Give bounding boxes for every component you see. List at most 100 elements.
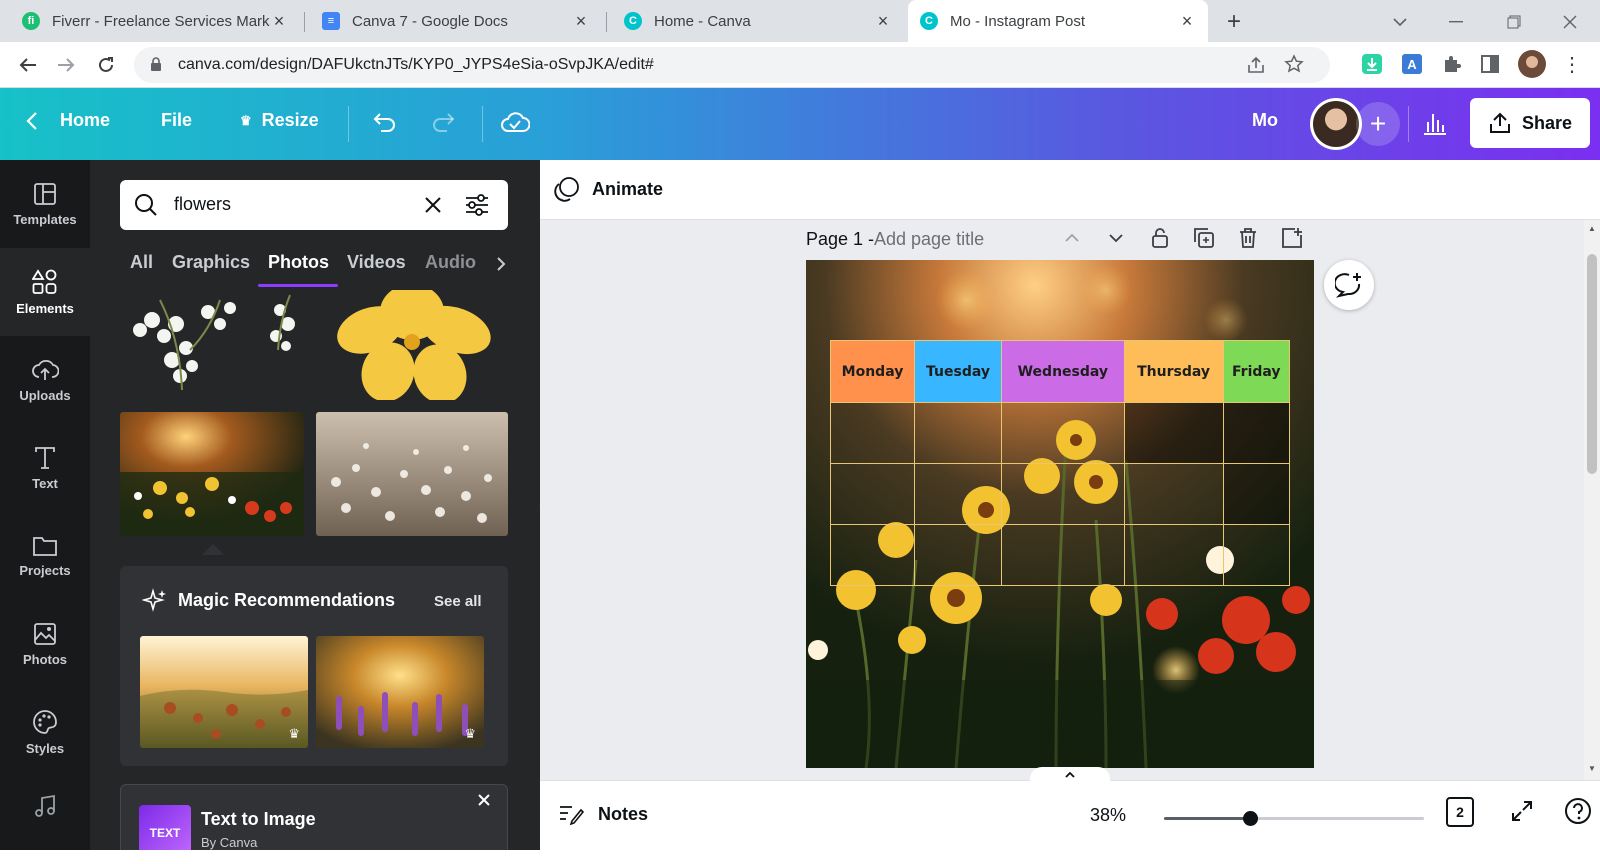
schedule-cell[interactable] [830,402,915,464]
add-comment-button[interactable] [1324,260,1374,310]
help-icon[interactable] [1564,797,1592,825]
vertical-scrollbar[interactable]: ▲ ▼ [1584,220,1600,780]
scroll-up-arrow-icon[interactable]: ▲ [1588,224,1596,233]
zoom-level[interactable]: 38% [1090,805,1126,826]
rail-item-styles[interactable]: Styles [0,688,90,776]
schedule-cell[interactable] [1001,524,1125,586]
add-collaborator-icon[interactable]: + [1356,102,1400,146]
lock-page-icon[interactable] [1148,226,1172,250]
design-canvas[interactable]: Monday Tuesday Wednesday Thursday Friday [806,260,1314,768]
close-tab-icon[interactable]: × [572,12,590,30]
schedule-cell[interactable] [830,463,915,525]
close-window-icon[interactable] [1556,8,1584,36]
page-title-input[interactable]: Add page title [874,229,984,250]
tab-videos[interactable]: Videos [347,252,406,273]
notes-button[interactable]: Notes [558,803,648,825]
move-page-down-icon[interactable] [1104,226,1128,250]
new-tab-icon[interactable]: + [1220,8,1248,36]
forward-icon[interactable] [52,51,80,79]
profile-avatar[interactable] [1518,50,1546,78]
close-card-icon[interactable] [477,793,491,807]
home-button[interactable]: Home [26,110,110,131]
download-extension-icon[interactable] [1360,52,1384,76]
photo-lupine-field[interactable]: ♛ [316,636,484,748]
photo-white-blossoms[interactable] [120,290,304,400]
clear-search-icon[interactable] [424,196,442,214]
animate-button[interactable]: Animate [554,176,663,202]
rail-item-projects[interactable]: Projects [0,512,90,600]
zoom-slider[interactable] [1164,811,1424,826]
side-panel-icon[interactable] [1478,52,1502,76]
text-extension-icon[interactable]: A [1400,52,1424,76]
photo-sunset-flowers[interactable] [120,412,304,536]
browser-tab-canva-home[interactable]: C Home - Canva × [612,0,904,42]
day-header-wednesday[interactable]: Wednesday [1001,340,1125,403]
tab-photos[interactable]: Photos [268,252,329,273]
rail-item-text[interactable]: Text [0,424,90,512]
schedule-cell[interactable] [830,524,915,586]
fullscreen-icon[interactable] [1510,799,1534,823]
photo-yellow-flower[interactable] [316,290,508,400]
schedule-cell[interactable] [913,524,1003,586]
delete-page-icon[interactable] [1236,226,1260,250]
browser-menu-icon[interactable]: ⋮ [1560,52,1584,76]
schedule-cell[interactable] [1123,463,1224,525]
extensions-puzzle-icon[interactable] [1440,52,1464,76]
scrollbar-thumb[interactable] [1587,254,1597,474]
chevron-right-icon[interactable] [496,256,506,272]
cloud-saved-icon[interactable] [500,110,530,134]
reload-icon[interactable] [92,51,120,79]
close-tab-icon[interactable]: × [1178,12,1196,30]
share-button[interactable]: Share [1470,98,1590,148]
move-page-up-icon[interactable] [1060,226,1084,250]
rail-item-elements[interactable]: Elements [0,248,90,336]
schedule-cell[interactable] [1123,524,1224,586]
rail-item-uploads[interactable]: Uploads [0,336,90,424]
rail-item-audio[interactable] [0,776,90,864]
browser-tab-fiverr[interactable]: fi Fiverr - Freelance Services Marke × [10,0,300,42]
file-menu-button[interactable]: File [161,110,192,131]
schedule-cell[interactable] [1222,524,1291,586]
insights-chart-icon[interactable] [1420,110,1450,136]
tab-graphics[interactable]: Graphics [172,252,250,273]
minimize-icon[interactable] [1442,8,1470,36]
photo-white-meadow[interactable] [316,412,508,536]
bookmark-star-icon[interactable] [1284,54,1304,74]
schedule-cell[interactable] [1222,463,1291,525]
weekly-schedule-table[interactable]: Monday Tuesday Wednesday Thursday Friday [830,340,1291,586]
redo-icon[interactable] [430,112,456,134]
day-header-monday[interactable]: Monday [830,340,915,403]
schedule-cell[interactable] [1123,402,1224,464]
close-tab-icon[interactable]: × [270,12,288,30]
schedule-cell[interactable] [1001,463,1125,525]
restore-icon[interactable] [1500,8,1528,36]
tab-all[interactable]: All [130,252,153,273]
filter-sliders-icon[interactable] [464,193,490,217]
schedule-cell[interactable] [1222,402,1291,464]
share-page-icon[interactable] [1246,55,1266,75]
add-page-icon[interactable] [1280,226,1304,250]
duplicate-page-icon[interactable] [1192,226,1216,250]
close-tab-icon[interactable]: × [874,12,892,30]
search-input[interactable]: flowers [120,180,508,230]
schedule-cell[interactable] [1001,402,1125,464]
day-header-friday[interactable]: Friday [1222,340,1291,403]
see-all-link[interactable]: See all [434,593,482,610]
photo-poppy-sunset[interactable]: ♛ [140,636,308,748]
browser-tab-docs[interactable]: ≡ Canva 7 - Google Docs × [310,0,602,42]
day-header-thursday[interactable]: Thursday [1123,340,1224,403]
undo-icon[interactable] [372,112,398,134]
scroll-down-arrow-icon[interactable]: ▼ [1588,764,1596,773]
browser-tab-instagram-post[interactable]: C Mo - Instagram Post × [908,0,1208,42]
zoom-slider-thumb[interactable] [1242,811,1258,826]
resize-button[interactable]: ♛ Resize [240,110,319,131]
day-header-tuesday[interactable]: Tuesday [913,340,1003,403]
tab-audio[interactable]: Audio [425,252,476,273]
rail-item-photos[interactable]: Photos [0,600,90,688]
rail-item-templates[interactable]: Templates [0,160,90,248]
schedule-cell[interactable] [913,402,1003,464]
design-name[interactable]: Mo [1252,110,1278,131]
text-to-image-card[interactable]: TEXT Text to Image By Canva [120,784,508,850]
address-bar[interactable]: canva.com/design/DAFUkctnJTs/KYP0_JYPS4e… [134,47,1330,83]
show-pages-toggle[interactable] [1030,767,1110,783]
